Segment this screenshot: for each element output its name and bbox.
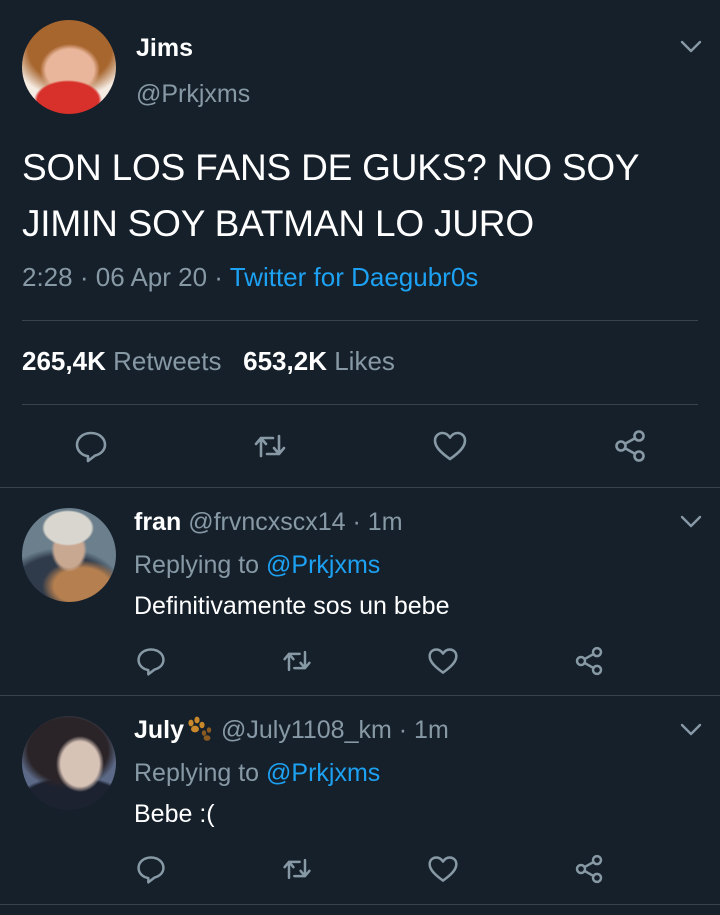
comment-icon[interactable] <box>73 428 109 464</box>
divider <box>0 487 720 488</box>
retweet-icon[interactable] <box>281 645 313 677</box>
retweet-icon[interactable] <box>252 428 288 464</box>
chevron-down-icon[interactable] <box>680 723 702 737</box>
avatar[interactable] <box>22 508 116 602</box>
retweets-stat[interactable]: 265,4K Retweets <box>22 346 221 376</box>
retweets-label: Retweets <box>113 346 222 376</box>
likes-stat[interactable]: 653,2K Likes <box>243 346 395 376</box>
chevron-down-icon[interactable] <box>680 515 702 529</box>
tweet-source-link[interactable]: Twitter for Daegubr0s <box>230 262 479 292</box>
replying-to: Replying to @Prkjxms <box>134 551 380 580</box>
separator: · <box>214 262 223 292</box>
separator: · <box>79 262 89 292</box>
author-name[interactable]: fran <box>134 508 181 536</box>
likes-label: Likes <box>334 346 395 376</box>
divider <box>22 320 698 321</box>
divider <box>0 904 720 905</box>
tweet-text: SON LOS FANS DE GUKS? NO SOY JIMIN SOY B… <box>22 147 639 244</box>
separator: · <box>398 716 408 744</box>
paw-emoji-icon <box>184 716 214 742</box>
reply-header: July @July1108_km · 1m <box>134 716 449 745</box>
comment-icon[interactable] <box>135 853 167 885</box>
tweet-meta: 2:28 · 06 Apr 20 · Twitter for Daegubr0s <box>22 262 478 293</box>
divider <box>0 695 720 696</box>
heart-icon[interactable] <box>427 853 459 885</box>
author-name[interactable]: Jims <box>136 34 193 63</box>
tweet-text: Bebe :( <box>134 800 215 828</box>
comment-icon[interactable] <box>135 645 167 677</box>
likes-count: 653,2K <box>243 346 327 376</box>
separator: · <box>352 508 361 536</box>
tweet-text: Definitivamente sos un bebe <box>134 592 450 620</box>
author-name[interactable]: July <box>134 716 184 744</box>
tweet-time: 1m <box>414 716 449 744</box>
retweets-count: 265,4K <box>22 346 106 376</box>
author-handle[interactable]: @Prkjxms <box>136 80 250 109</box>
retweet-icon[interactable] <box>281 853 313 885</box>
chevron-down-icon[interactable] <box>680 40 702 54</box>
replying-to-link[interactable]: @Prkjxms <box>266 551 380 579</box>
avatar[interactable] <box>22 20 116 114</box>
heart-icon[interactable] <box>427 645 459 677</box>
avatar[interactable] <box>22 716 116 810</box>
replying-to-link[interactable]: @Prkjxms <box>266 759 380 787</box>
divider <box>22 404 698 405</box>
replying-label: Replying to <box>134 759 260 787</box>
replying-label: Replying to <box>134 551 260 579</box>
share-icon[interactable] <box>573 853 605 885</box>
author-handle[interactable]: @frvncxscx14 <box>188 508 345 536</box>
heart-icon[interactable] <box>432 428 468 464</box>
reply-header: fran @frvncxscx14 · 1m <box>134 508 403 537</box>
tweet-date: 06 Apr 20 <box>95 262 208 292</box>
replying-to: Replying to @Prkjxms <box>134 759 380 788</box>
author-handle[interactable]: @July1108_km <box>221 716 392 744</box>
share-icon[interactable] <box>573 645 605 677</box>
tweet-time: 1m <box>367 508 403 536</box>
tweet-time: 2:28 <box>22 262 73 292</box>
tweet-stats: 265,4K Retweets 653,2K Likes <box>22 346 395 377</box>
share-icon[interactable] <box>612 428 648 464</box>
